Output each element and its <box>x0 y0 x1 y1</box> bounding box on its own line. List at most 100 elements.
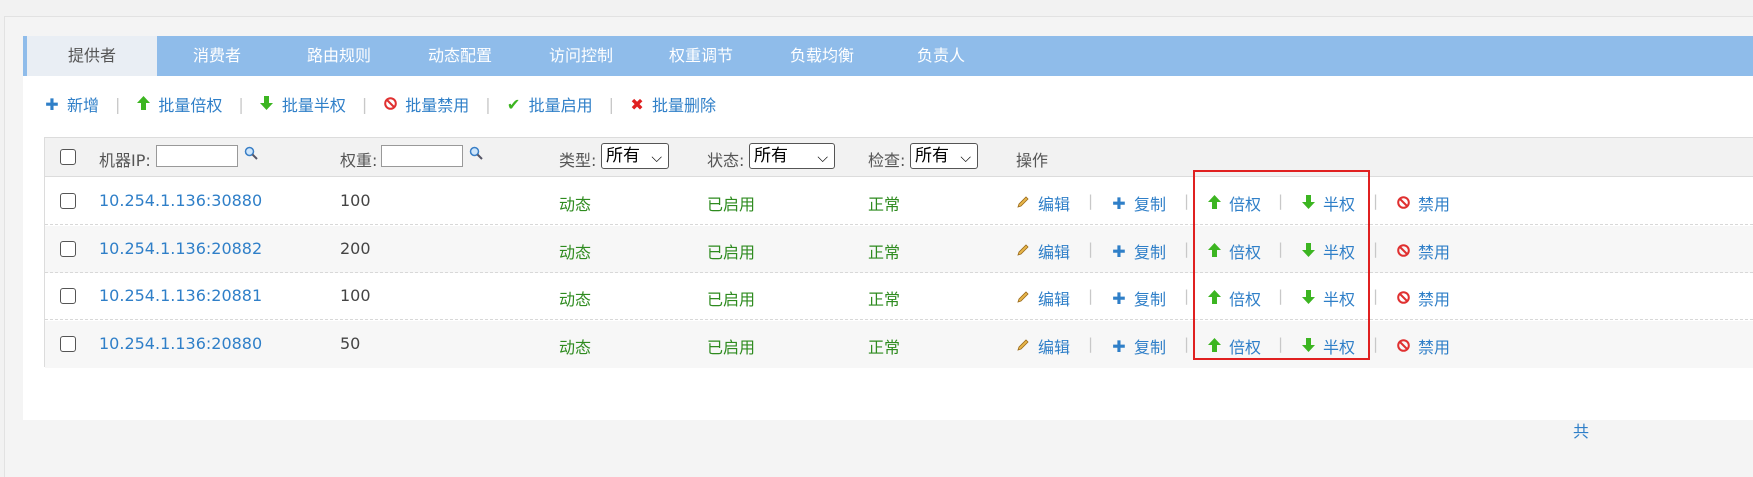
separator: | <box>1373 240 1379 258</box>
plus-icon: ✚ <box>1112 193 1126 213</box>
row-checkbox[interactable] <box>60 288 76 304</box>
ban-icon <box>1396 289 1410 308</box>
separator: | <box>1373 192 1379 210</box>
separator: | <box>1184 240 1190 258</box>
batch-double-label: 批量倍权 <box>158 96 223 115</box>
disable-label: 禁用 <box>1418 243 1451 262</box>
copy-button[interactable]: ✚ 复制 <box>1112 286 1166 310</box>
separator: | <box>1184 287 1190 305</box>
tab-access-control[interactable]: 访问控制 <box>541 36 621 76</box>
status-filter-select[interactable]: 所有 ⌵ <box>749 143 835 169</box>
batch-half-button[interactable]: 批量半权 <box>260 92 346 116</box>
chevron-down-icon: ⌵ <box>651 150 662 166</box>
row-ip-link[interactable]: 10.254.1.136:30880 <box>99 191 262 210</box>
batch-double-button[interactable]: 批量倍权 <box>136 92 222 116</box>
row-status: 已启用 <box>707 338 756 357</box>
check-icon: ✔ <box>506 94 521 114</box>
batch-half-label: 批量半权 <box>281 96 346 115</box>
ip-filter-label: 机器IP: <box>99 151 151 170</box>
ban-icon <box>1396 242 1410 261</box>
row-weight: 100 <box>340 286 371 305</box>
copy-button[interactable]: ✚ 复制 <box>1112 191 1166 215</box>
batch-enable-button[interactable]: ✔ 批量启用 <box>507 92 593 116</box>
row-type: 动态 <box>559 195 592 214</box>
row-weight: 100 <box>340 191 371 210</box>
batch-enable-label: 批量启用 <box>528 96 593 115</box>
check-filter-select[interactable]: 所有 ⌵ <box>910 143 978 169</box>
providers-panel: 提供者 消费者 路由规则 动态配置 访问控制 权重调节 负载均衡 负责人 ✚ 新… <box>23 36 1753 441</box>
search-icon[interactable] <box>244 145 258 160</box>
row-ip-link[interactable]: 10.254.1.136:20881 <box>99 286 262 305</box>
separator: | <box>1184 192 1190 210</box>
ops-header: 操作 <box>1016 151 1049 170</box>
edit-label: 编辑 <box>1038 338 1071 357</box>
edit-button[interactable]: 编辑 <box>1016 286 1070 310</box>
weight-filter-label: 权重: <box>340 151 378 170</box>
row-checkbox[interactable] <box>60 336 76 352</box>
status-filter-label: 状态: <box>707 151 745 170</box>
row-check: 正常 <box>868 243 901 262</box>
weight-filter-input[interactable] <box>381 145 463 167</box>
tab-dynamic-config[interactable]: 动态配置 <box>420 36 500 76</box>
plus-icon: ✚ <box>1112 288 1126 308</box>
row-check: 正常 <box>868 195 901 214</box>
batch-disable-button[interactable]: 批量禁用 <box>383 92 469 116</box>
table-row: 10.254.1.136:30880 100 动态 已启用 正常 编辑 | ✚ 复… <box>45 178 1753 225</box>
edit-label: 编辑 <box>1038 195 1071 214</box>
row-status: 已启用 <box>707 290 756 309</box>
row-checkbox[interactable] <box>60 241 76 257</box>
ip-filter-input[interactable] <box>156 145 238 167</box>
disable-button[interactable]: 禁用 <box>1396 239 1450 263</box>
type-filter-select[interactable]: 所有 ⌵ <box>601 143 669 169</box>
row-checkbox[interactable] <box>60 193 76 209</box>
disable-label: 禁用 <box>1418 290 1451 309</box>
disable-label: 禁用 <box>1418 338 1451 357</box>
tab-owner[interactable]: 负责人 <box>909 36 973 76</box>
chevron-down-icon: ⌵ <box>817 150 828 166</box>
disable-button[interactable]: 禁用 <box>1396 286 1450 310</box>
tab-consumers[interactable]: 消费者 <box>181 36 253 76</box>
pencil-icon <box>1016 194 1030 213</box>
tab-routing-rules[interactable]: 路由规则 <box>299 36 379 76</box>
cross-icon: ✖ <box>630 94 644 114</box>
edit-label: 编辑 <box>1038 290 1071 309</box>
row-ip-link[interactable]: 10.254.1.136:20880 <box>99 334 262 353</box>
edit-button[interactable]: 编辑 <box>1016 334 1070 358</box>
disable-button[interactable]: 禁用 <box>1396 334 1450 358</box>
disable-button[interactable]: 禁用 <box>1396 191 1450 215</box>
check-filter-label: 检查: <box>868 151 906 170</box>
arrow-down-icon <box>260 95 274 114</box>
edit-button[interactable]: 编辑 <box>1016 191 1070 215</box>
chevron-down-icon: ⌵ <box>960 150 971 166</box>
search-icon[interactable] <box>469 145 483 160</box>
ban-icon <box>1396 337 1410 356</box>
copy-button[interactable]: ✚ 复制 <box>1112 239 1166 263</box>
table-row: 10.254.1.136:20881 100 动态 已启用 正常 编辑 | ✚ 复… <box>45 273 1753 320</box>
batch-disable-label: 批量禁用 <box>405 96 470 115</box>
ban-icon <box>383 95 397 114</box>
copy-label: 复制 <box>1134 195 1167 214</box>
copy-button[interactable]: ✚ 复制 <box>1112 334 1166 358</box>
batch-delete-button[interactable]: ✖ 批量删除 <box>630 92 716 116</box>
edit-label: 编辑 <box>1038 243 1071 262</box>
tab-providers[interactable]: 提供者 <box>23 36 157 76</box>
edit-button[interactable]: 编辑 <box>1016 239 1070 263</box>
copy-label: 复制 <box>1134 338 1167 357</box>
separator: | <box>1373 335 1379 353</box>
plus-icon: ✚ <box>1112 336 1126 356</box>
row-ip-link[interactable]: 10.254.1.136:20882 <box>99 239 262 258</box>
separator: | <box>1088 240 1094 258</box>
table-row: 10.254.1.136:20880 50 动态 已启用 正常 编辑 | ✚ 复制… <box>45 321 1753 368</box>
separator: | <box>1088 192 1094 210</box>
pencil-icon <box>1016 289 1030 308</box>
tab-load-balance[interactable]: 负载均衡 <box>782 36 862 76</box>
separator: | <box>1184 335 1190 353</box>
add-button[interactable]: ✚ 新增 <box>45 92 99 116</box>
separator: | <box>1373 287 1379 305</box>
select-all-checkbox[interactable] <box>60 149 76 165</box>
row-type: 动态 <box>559 290 592 309</box>
tab-weight-adjust[interactable]: 权重调节 <box>661 36 741 76</box>
providers-table: 机器IP: 权重: 类型: 所有 ⌵ 状态: 所有 ⌵ 检查: 所有 ⌵ 操作 10.… <box>44 137 1753 368</box>
row-check: 正常 <box>868 290 901 309</box>
separator: | <box>238 94 244 114</box>
